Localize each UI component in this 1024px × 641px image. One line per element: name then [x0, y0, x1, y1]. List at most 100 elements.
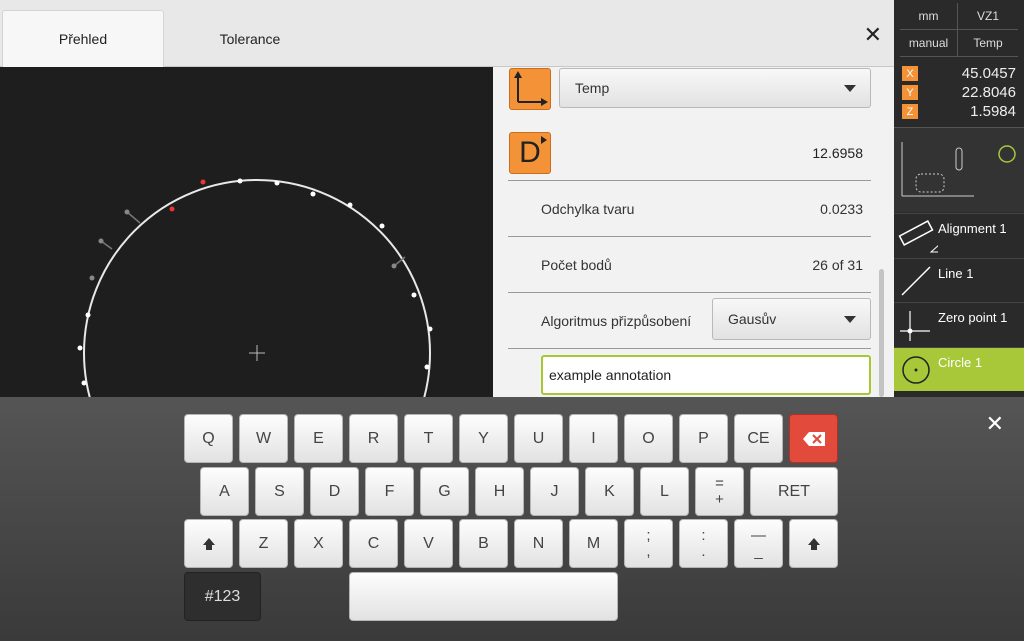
annotation-input[interactable] [541, 355, 871, 395]
shift-right-button[interactable] [789, 519, 838, 568]
key-c[interactable]: C [349, 519, 398, 568]
feature-label: Alignment 1 [938, 221, 1007, 236]
diameter-value: 12.6958 [812, 145, 863, 161]
diameter-button[interactable]: D [509, 132, 551, 174]
feature-label: Zero point 1 [938, 310, 1008, 325]
key-semicolon-comma[interactable]: ; , [624, 519, 673, 568]
key-primary: — [751, 526, 766, 544]
center-cross [249, 345, 265, 361]
point-count-row: Počet bodů 26 of 31 [508, 236, 871, 292]
key-s[interactable]: S [255, 467, 304, 516]
return-button[interactable]: RET [750, 467, 838, 516]
key-e[interactable]: E [294, 414, 343, 463]
axis-z-value: 1.5984 [970, 103, 1016, 120]
reference-toggle[interactable]: VZ1 [958, 3, 1018, 30]
key-h[interactable]: H [475, 467, 524, 516]
alignment-icon [898, 220, 938, 253]
diameter-letter: D [519, 136, 541, 169]
shift-icon [202, 537, 215, 550]
key-equals-plus[interactable]: = + [695, 467, 744, 516]
key-j[interactable]: J [530, 467, 579, 516]
key-secondary: + [715, 490, 724, 508]
key-secondary: _ [754, 542, 763, 560]
close-icon[interactable]: ✕ [864, 22, 882, 48]
key-p[interactable]: P [679, 414, 728, 463]
tab-tolerance[interactable]: Tolerance [170, 10, 330, 67]
key-u[interactable]: U [514, 414, 563, 463]
numeric-mode-button[interactable]: #123 [184, 572, 261, 621]
feature-line-1[interactable]: Line 1 [894, 258, 1024, 302]
axis-x-label: X [902, 66, 918, 81]
circle-icon [902, 356, 930, 384]
part-preview[interactable] [894, 127, 1024, 212]
unit-toggle[interactable]: mm [900, 3, 958, 30]
key-n[interactable]: N [514, 519, 563, 568]
key-l[interactable]: L [640, 467, 689, 516]
on-screen-keyboard: ✕ Q W E R T Y U I O P CE A S D F G H J K… [0, 397, 1024, 641]
fit-algorithm-dropdown[interactable]: Gausův [712, 298, 871, 340]
key-t[interactable]: T [404, 414, 453, 463]
key-y[interactable]: Y [459, 414, 508, 463]
axis-y-label: Y [902, 85, 918, 100]
key-primary: = [715, 474, 724, 492]
feature-zero-point-1[interactable]: Zero point 1 [894, 302, 1024, 346]
key-ce[interactable]: CE [734, 414, 783, 463]
space-bar[interactable] [349, 572, 618, 621]
key-z[interactable]: Z [239, 519, 288, 568]
key-k[interactable]: K [585, 467, 634, 516]
key-w[interactable]: W [239, 414, 288, 463]
feature-label: Circle 1 [938, 355, 983, 370]
key-x[interactable]: X [294, 519, 343, 568]
key-primary: : [701, 526, 706, 544]
backspace-button[interactable] [789, 414, 838, 463]
key-dash-underscore[interactable]: — _ [734, 519, 783, 568]
key-d[interactable]: D [310, 467, 359, 516]
key-m[interactable]: M [569, 519, 618, 568]
key-a[interactable]: A [200, 467, 249, 516]
fit-algorithm-value: Gausův [728, 311, 777, 327]
shift-icon [807, 537, 820, 550]
circle-plot [77, 178, 433, 397]
chevron-down-icon [844, 85, 856, 92]
fitted-circle [83, 179, 431, 397]
keyboard-close-icon[interactable]: ✕ [986, 411, 1004, 437]
chevron-down-icon [844, 316, 856, 323]
key-v[interactable]: V [404, 519, 453, 568]
zero-point-icon [900, 311, 930, 341]
divider [508, 348, 871, 349]
measurement-canvas[interactable] [0, 67, 493, 397]
key-q[interactable]: Q [184, 414, 233, 463]
key-secondary: . [701, 542, 706, 560]
point-count-label: Počet bodů [541, 257, 612, 273]
feature-circle-1[interactable]: Circle 1 [894, 347, 1024, 391]
line-icon [901, 266, 931, 296]
axis-y-value: 22.8046 [961, 84, 1016, 101]
fit-algorithm-label: Algoritmus přizpůsobení [541, 313, 692, 329]
reference-system-value: Temp [575, 80, 610, 96]
key-colon-period[interactable]: : . [679, 519, 728, 568]
measured-points [77, 178, 433, 386]
status-sidebar: mm VZ1 manual Temp X 45.0457 Y 22.8046 Z… [894, 0, 1024, 397]
mode-toggle[interactable]: manual [900, 30, 958, 57]
key-b[interactable]: B [459, 519, 508, 568]
scrollbar[interactable] [879, 269, 884, 397]
key-r[interactable]: R [349, 414, 398, 463]
shift-left-button[interactable] [184, 519, 233, 568]
play-triangle-icon [541, 136, 547, 144]
axes-icon [514, 71, 548, 106]
tab-bar: Přehled Tolerance ✕ [0, 0, 894, 67]
feature-alignment-1[interactable]: Alignment 1 [894, 213, 1024, 257]
key-o[interactable]: O [624, 414, 673, 463]
tab-overview[interactable]: Přehled [2, 10, 164, 67]
coordinate-system-button[interactable] [509, 68, 551, 110]
backspace-icon [802, 431, 825, 446]
key-i[interactable]: I [569, 414, 618, 463]
reference-system-dropdown[interactable]: Temp [559, 68, 871, 108]
key-g[interactable]: G [420, 467, 469, 516]
part-preview-graphic [901, 142, 1016, 197]
feature-details-panel: Temp D 12.6958 Odchylka tvaru 0.0233 Poč… [493, 67, 894, 397]
key-f[interactable]: F [365, 467, 414, 516]
temp-toggle[interactable]: Temp [958, 30, 1018, 57]
feature-label: Line 1 [938, 266, 974, 281]
form-deviation-value: 0.0233 [820, 201, 863, 217]
